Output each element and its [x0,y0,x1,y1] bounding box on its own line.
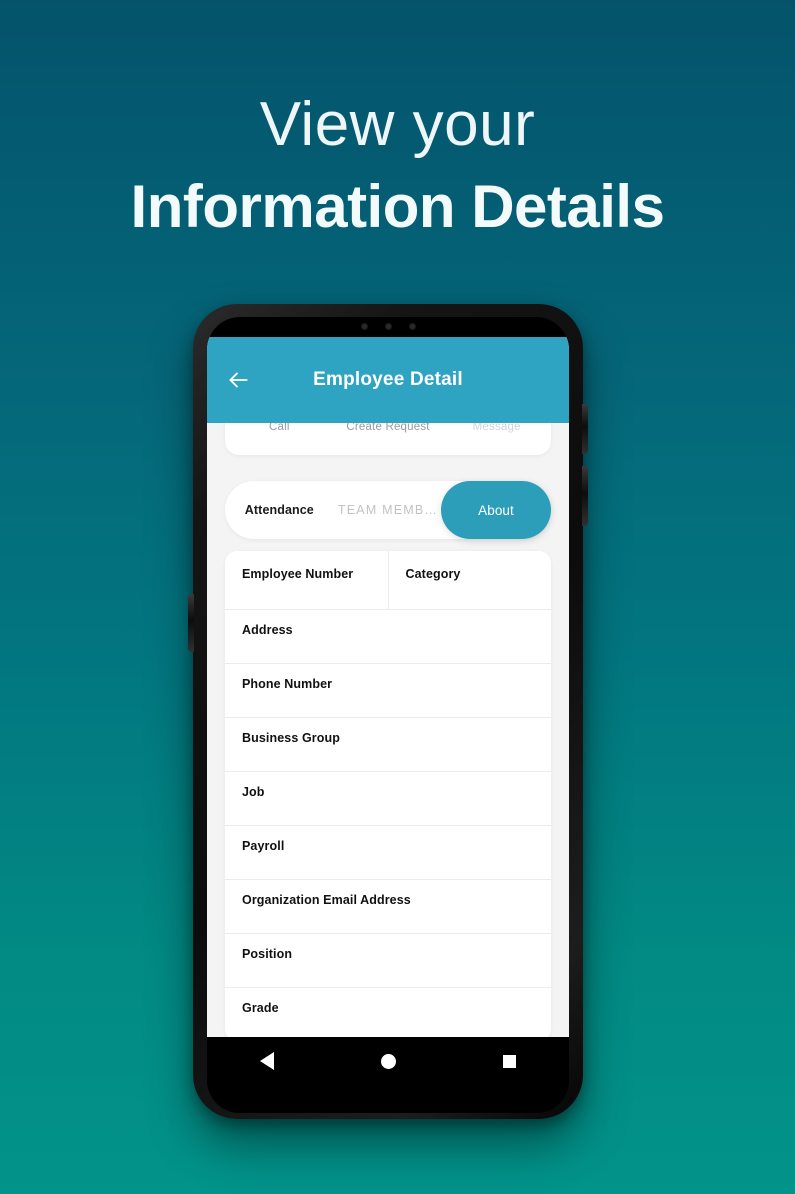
camera-dot-icon [384,322,392,330]
field-business-group[interactable]: Business Group [225,717,551,771]
field-job[interactable]: Job [225,771,551,825]
phone-screen-bezel: Employee Detail Call Create Request Mess… [207,317,569,1113]
field-value [242,964,534,976]
field-label: Category [405,567,461,581]
employee-detail-card: Employee Number Category Address Phone N… [225,551,551,1037]
field-grade[interactable]: Grade [225,987,551,1037]
field-value [242,1018,534,1030]
action-create-request[interactable]: Create Request [334,423,443,433]
field-value [242,910,534,922]
promo-line-1: View your [259,90,536,159]
field-address[interactable]: Address [225,609,551,663]
field-category[interactable]: Category [387,551,552,609]
action-create-request-label: Create Request [346,423,430,433]
sensor-dot-icon [360,322,368,330]
phone-device-mockup: Employee Detail Call Create Request Mess… [188,304,588,1119]
action-message-label: Message [472,423,521,433]
field-value [242,640,534,652]
field-value [242,856,534,868]
volume-up-button[interactable] [582,404,588,454]
tab-attendance[interactable]: Attendance [225,503,334,517]
tab-team-members[interactable]: TEAM MEMB… [334,503,443,517]
field-employee-number[interactable]: Employee Number [225,551,388,609]
action-message[interactable]: Message [442,423,551,433]
field-label: Business Group [242,731,340,745]
table-row[interactable]: Employee Number Category [225,551,551,609]
earpiece-dot-icon [408,322,416,330]
field-label: Employee Number [242,567,354,581]
field-label: Organization Email Address [242,893,411,907]
field-label: Job [242,785,265,799]
promo-headline: View your Information Details [0,92,795,240]
field-value [242,694,534,706]
field-value [242,802,534,814]
scroll-content[interactable]: Call Create Request Message Attendance T… [207,423,569,1037]
quick-actions-card: Call Create Request Message [225,423,551,455]
phone-chin [207,1085,569,1113]
field-label: Position [242,947,293,961]
app-bar: Employee Detail [207,337,569,423]
field-label: Grade [242,1001,279,1015]
field-value [242,584,388,596]
square-icon[interactable] [502,1054,516,1068]
field-position[interactable]: Position [225,933,551,987]
power-button[interactable] [188,594,194,652]
field-value [406,584,552,596]
field-label: Address [242,623,293,637]
field-phone-number[interactable]: Phone Number [225,663,551,717]
action-call-label: Call [269,423,290,433]
volume-down-button[interactable] [582,466,588,526]
field-value [242,748,534,760]
field-organization-email-address[interactable]: Organization Email Address [225,879,551,933]
field-label: Payroll [242,839,285,853]
triangle-left-icon[interactable] [260,1052,275,1070]
field-label: Phone Number [242,677,333,691]
front-sensor-row [207,319,569,333]
field-payroll[interactable]: Payroll [225,825,551,879]
tab-about[interactable]: About [441,481,551,539]
circle-icon[interactable] [380,1053,396,1069]
tab-bar: Attendance TEAM MEMB… About [225,481,551,539]
app-screen: Employee Detail Call Create Request Mess… [207,337,569,1037]
action-call[interactable]: Call [225,423,334,433]
page-title: Employee Detail [313,369,463,390]
android-navigation-bar [207,1037,569,1085]
promo-line-2: Information Details [130,173,665,241]
arrow-left-icon[interactable] [225,367,251,393]
